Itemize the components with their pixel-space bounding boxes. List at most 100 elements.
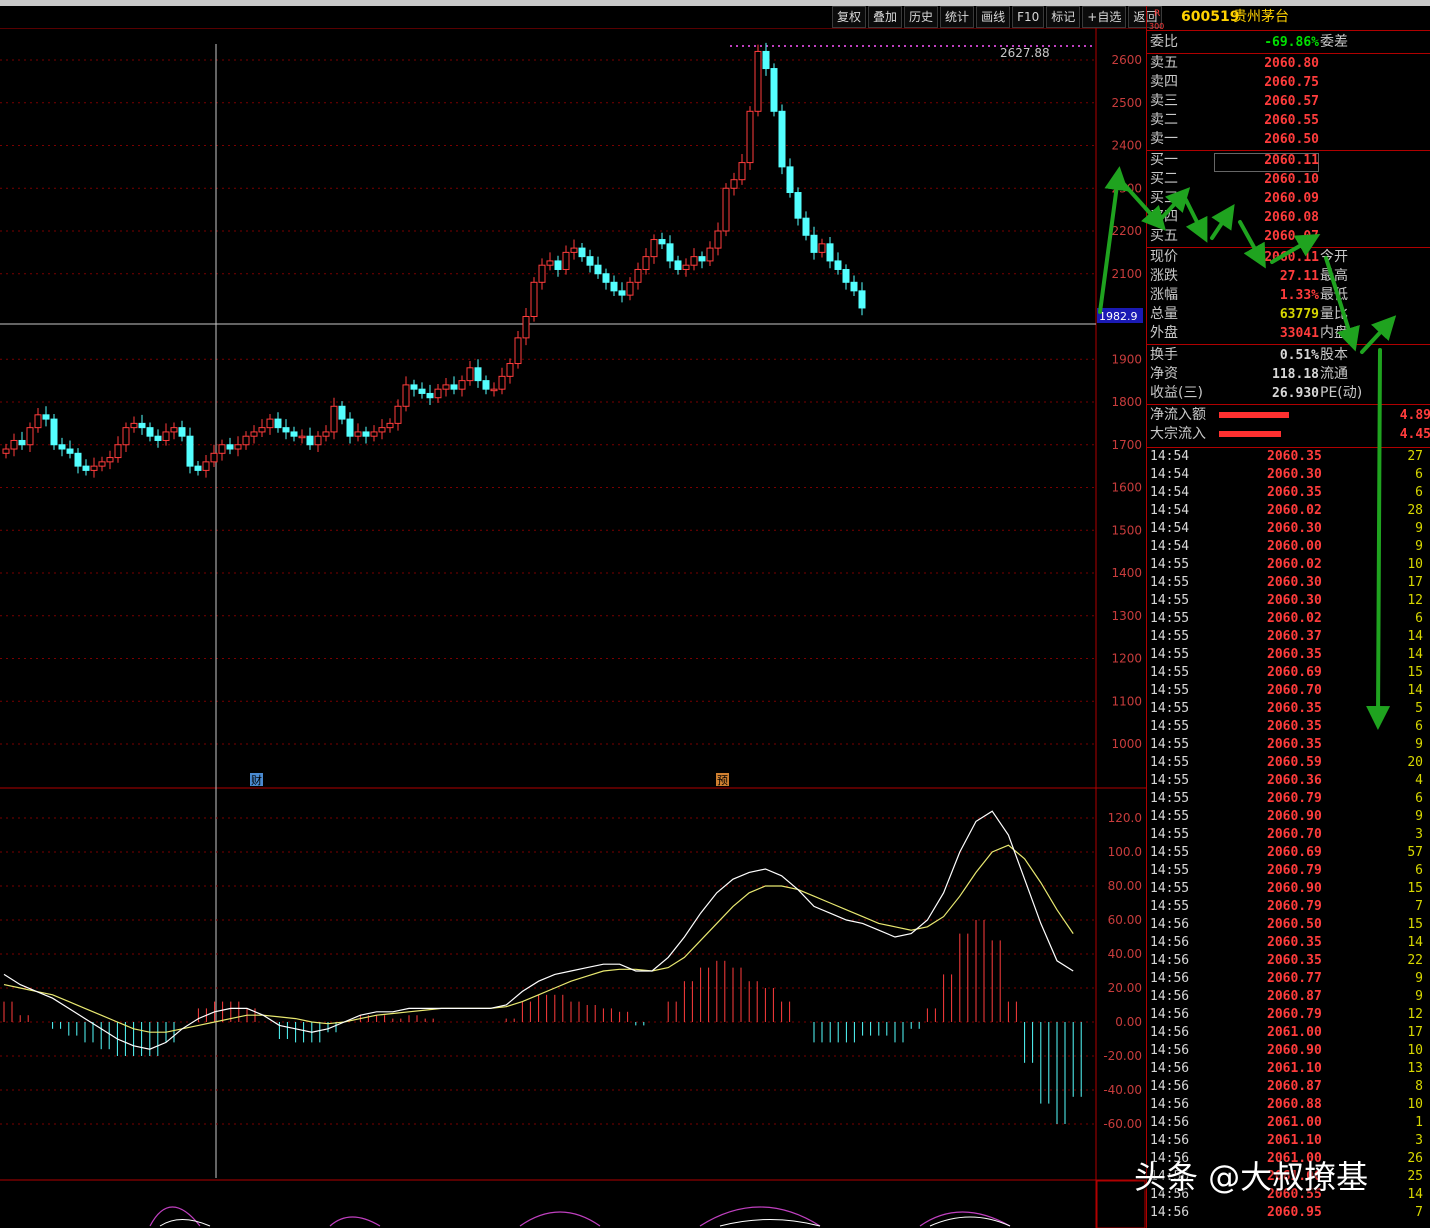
candle-body [546, 260, 554, 266]
trade-row: 14:56 2060.95 7 [1147, 1204, 1430, 1222]
y-tick-label: 1500 [1111, 523, 1142, 537]
trade-price: 2060.69 [1267, 665, 1322, 680]
buy-level-row: 买五 2060.07 [1147, 227, 1430, 246]
candle-body [354, 431, 362, 437]
candle-body [362, 431, 370, 437]
trade-time: 14:55 [1150, 683, 1190, 698]
trade-price: 2060.35 [1267, 737, 1322, 752]
trade-volume: 9 [1415, 971, 1423, 986]
stock-header: R 300 600519 贵州茅台 [1147, 8, 1430, 31]
trade-price: 2060.35 [1267, 719, 1322, 734]
candle-body [466, 367, 474, 382]
mark-button[interactable]: 标记 [1046, 6, 1081, 28]
trade-time: 14:55 [1150, 791, 1190, 806]
candle-body [258, 427, 266, 433]
f10-button[interactable]: F10 [1012, 6, 1045, 28]
trade-volume: 9 [1415, 521, 1423, 536]
candle-body [386, 422, 394, 429]
candle-body [410, 384, 418, 390]
stock-name: 贵州茅台 [1233, 9, 1289, 25]
candle-body [298, 435, 306, 439]
trade-time: 14:56 [1150, 1115, 1190, 1130]
y-tick-label: 1900 [1111, 352, 1142, 366]
candlestick-chart[interactable]: 2600 2500 2400 2300 2200 2100 1900 1800 1700 1600… [0, 28, 1146, 1228]
trade-price: 2060.02 [1267, 611, 1322, 626]
buy-level-row: 买二 2060.10 [1147, 170, 1430, 189]
quote-label: 换手 [1150, 347, 1178, 363]
buy-level-price: 2060.07 [1264, 229, 1319, 244]
weibi-value: -69.86% [1264, 35, 1319, 50]
candle-body [218, 444, 226, 454]
trade-volume: 10 [1407, 557, 1423, 572]
trade-price: 2060.70 [1267, 827, 1322, 842]
candle-body [594, 264, 602, 275]
y-tick-label: 1100 [1111, 694, 1142, 708]
separator [1147, 404, 1430, 405]
trade-time: 14:54 [1150, 539, 1190, 554]
trade-price: 2060.30 [1267, 521, 1322, 536]
flow-label: 净流入额 [1150, 407, 1206, 423]
buy-level-row: 买一 2060.11 [1147, 151, 1430, 170]
trade-time: 14:54 [1150, 503, 1190, 518]
candle-body [162, 431, 170, 441]
sell-level-label: 卖三 [1150, 93, 1178, 109]
candle-body [226, 444, 234, 450]
trade-time: 14:55 [1150, 863, 1190, 878]
fuquan-button[interactable]: 复权 [832, 6, 867, 28]
trade-volume: 22 [1407, 953, 1423, 968]
candle-body [730, 179, 738, 189]
trade-row: 14:55 2060.02 6 [1147, 610, 1430, 628]
trade-row: 14:55 2060.70 14 [1147, 682, 1430, 700]
draw-line-button[interactable]: 画线 [976, 6, 1011, 28]
trade-time: 14:56 [1150, 917, 1190, 932]
overlay-button[interactable]: 叠加 [868, 6, 903, 28]
candle-body [418, 388, 426, 394]
candle-body [514, 337, 522, 365]
chart-area[interactable]: 2600 2500 2400 2300 2200 2100 1900 1800 1700 1600… [0, 28, 1146, 1228]
add-watchlist-button[interactable]: +自选 [1082, 6, 1127, 28]
trade-row: 14:54 2060.35 6 [1147, 484, 1430, 502]
candle-body [314, 435, 322, 446]
trade-row: 14:56 2061.10 13 [1147, 1060, 1430, 1078]
trade-price: 2060.87 [1267, 1079, 1322, 1094]
y-tick-label: 1200 [1111, 652, 1142, 666]
y-tick-label: 2500 [1111, 96, 1142, 110]
macd-y-tick-label: 100.0 [1108, 845, 1142, 859]
candle-body [210, 452, 218, 463]
trade-volume: 14 [1407, 629, 1423, 644]
trade-volume: 3 [1415, 1133, 1423, 1148]
quote-label2: 今开 [1320, 249, 1348, 265]
event-marker-label: 财 [251, 773, 262, 787]
trade-row: 14:55 2060.35 14 [1147, 646, 1430, 664]
trade-row: 14:56 2060.87 9 [1147, 988, 1430, 1006]
trade-volume: 28 [1407, 503, 1423, 518]
trade-row: 14:54 2060.35 27 [1147, 448, 1430, 466]
quote-price: 1.33% [1279, 288, 1319, 303]
trade-row: 14:56 2060.35 14 [1147, 934, 1430, 952]
candle-body [402, 384, 410, 407]
candle-body [490, 388, 498, 392]
candle-body [322, 431, 330, 437]
candle-body [130, 422, 138, 429]
candle-body [178, 427, 186, 437]
trade-row: 14:55 2060.69 15 [1147, 664, 1430, 682]
trade-price: 2060.95 [1267, 1205, 1322, 1220]
candle-body [202, 461, 210, 471]
trade-volume: 7 [1415, 899, 1423, 914]
trade-price: 2060.59 [1267, 755, 1322, 770]
trade-time: 14:55 [1150, 899, 1190, 914]
macd-y-tick-label: 40.00 [1108, 947, 1142, 961]
trade-row: 14:55 2060.35 9 [1147, 736, 1430, 754]
statistics-button[interactable]: 统计 [940, 6, 975, 28]
candle-body [642, 256, 650, 270]
candle-body [826, 243, 834, 262]
candle-body [674, 260, 682, 270]
trade-volume: 12 [1407, 593, 1423, 608]
buy-level-label: 买三 [1150, 190, 1178, 206]
candle-body [586, 256, 594, 266]
candle-body [570, 247, 578, 253]
quote-sidebar: R 300 600519 贵州茅台 委比 -69.86% 委差 卖五 2060.8… [1146, 6, 1430, 1228]
quote-label: 外盘 [1150, 325, 1178, 341]
trade-price: 2060.35 [1267, 953, 1322, 968]
history-button[interactable]: 历史 [904, 6, 939, 28]
